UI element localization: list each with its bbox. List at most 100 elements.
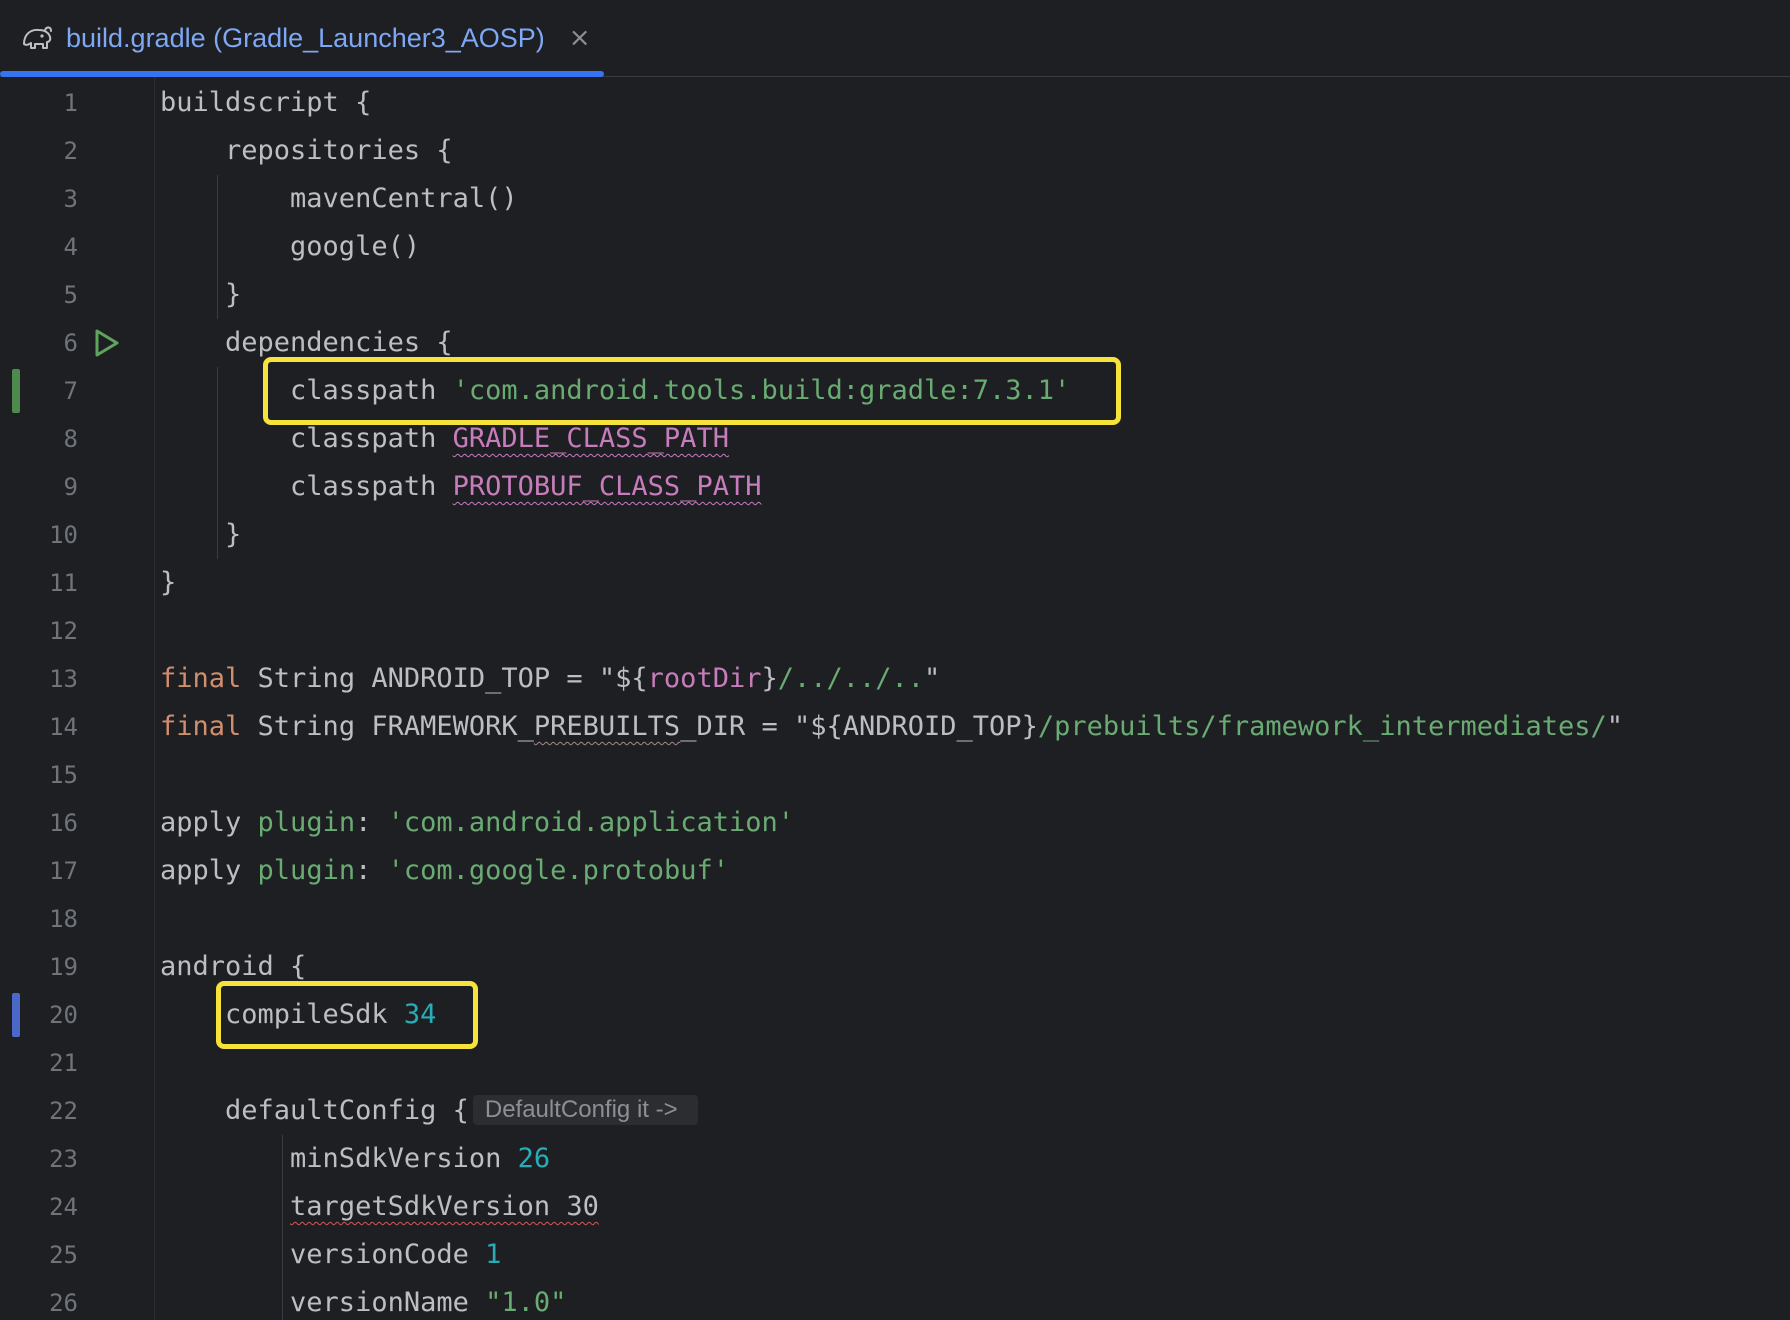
code-editor[interactable]: 1 buildscript {2 repositories {3 mavenCen… [0, 77, 1790, 1320]
line-number: 14 [49, 713, 78, 741]
code-token: : [355, 855, 388, 886]
close-icon[interactable]: × [569, 25, 591, 51]
highlight-box-compile-sdk [216, 981, 478, 1049]
code-token: String ANDROID_TOP = "${ [241, 663, 648, 694]
code-line[interactable]: 17 apply plugin: 'com.google.protobuf' [0, 847, 1790, 895]
code-token: mavenCentral() [160, 183, 518, 214]
code-text: versionName "1.0" [160, 1279, 566, 1320]
code-line[interactable]: 16 apply plugin: 'com.android.application… [0, 799, 1790, 847]
code-line[interactable]: 14 final String FRAMEWORK_PREBUILTS_DIR =… [0, 703, 1790, 751]
code-line[interactable]: 4 google() [0, 223, 1790, 271]
code-text: repositories { [160, 127, 453, 175]
code-line[interactable]: 26 versionName "1.0" [0, 1279, 1790, 1320]
code-line[interactable]: 10 } [0, 511, 1790, 559]
line-number: 21 [49, 1049, 78, 1077]
line-number: 15 [49, 761, 78, 789]
line-number: 22 [49, 1097, 78, 1125]
line-number: 6 [63, 329, 78, 357]
line-number: 26 [49, 1289, 78, 1317]
code-text: } [160, 559, 176, 607]
code-token: final [160, 663, 242, 694]
code-text: targetSdkVersion 30 [160, 1183, 599, 1231]
tab-build-gradle[interactable]: build.gradle (Gradle_Launcher3_AOSP) × [0, 0, 604, 77]
code-line[interactable]: 23 minSdkVersion 26 [0, 1135, 1790, 1183]
code-token: "1.0" [485, 1287, 567, 1318]
code-token: android { [160, 951, 307, 982]
line-number: 11 [49, 569, 78, 597]
code-token: targetSdkVersion 30 [290, 1191, 599, 1222]
code-token: final [160, 711, 242, 742]
code-token: minSdkVersion [160, 1143, 518, 1174]
code-text: apply plugin: 'com.android.application' [160, 799, 794, 847]
code-token: buildscript { [160, 87, 372, 118]
tab-title: build.gradle (Gradle_Launcher3_AOSP) [66, 22, 545, 53]
code-token: " [1606, 711, 1624, 742]
line-number: 23 [49, 1145, 78, 1173]
line-number: 2 [63, 137, 78, 165]
code-token: } [160, 567, 177, 598]
code-token: 1 [485, 1239, 502, 1270]
editor-tab-bar: build.gradle (Gradle_Launcher3_AOSP) × [0, 0, 1790, 77]
code-text: mavenCentral() [160, 175, 518, 223]
line-number: 1 [63, 89, 78, 117]
code-line[interactable]: 11} [0, 559, 1790, 607]
code-line[interactable]: 24 targetSdkVersion 30 [0, 1183, 1790, 1231]
code-line[interactable]: 18 [0, 895, 1790, 943]
code-token: apply [160, 855, 258, 886]
code-token: PREBUILTS [533, 711, 681, 742]
line-number: 25 [49, 1241, 78, 1269]
code-line[interactable]: 2 repositories { [0, 127, 1790, 175]
code-line[interactable]: 1 buildscript { [0, 79, 1790, 127]
code-line[interactable]: 5 } [0, 271, 1790, 319]
line-number: 8 [63, 425, 78, 453]
code-text: buildscript { [160, 79, 371, 127]
code-line[interactable]: 13 final String ANDROID_TOP = "${rootDir}… [0, 655, 1790, 703]
code-token: } [160, 519, 242, 550]
code-token: versionName [160, 1287, 486, 1318]
code-token: rootDir [647, 663, 762, 694]
line-number: 17 [49, 857, 78, 885]
code-token: plugin [257, 807, 356, 838]
code-token: /../../.. [777, 663, 925, 694]
code-line[interactable]: 12 [0, 607, 1790, 655]
code-token: defaultConfig { [160, 1095, 469, 1126]
code-token: 'com.android.application' [387, 807, 794, 838]
code-line[interactable]: 15 [0, 751, 1790, 799]
code-text: minSdkVersion 26 [160, 1135, 550, 1183]
code-token: repositories { [160, 135, 453, 166]
code-token: versionCode [160, 1239, 486, 1270]
code-text: apply plugin: 'com.google.protobuf' [160, 847, 729, 895]
code-token: " [924, 663, 941, 694]
code-text: classpath PROTOBUF_CLASS_PATH [160, 463, 761, 511]
code-token: google() [160, 231, 421, 262]
code-text: } [160, 511, 241, 559]
code-token: 'com.google.protobuf' [387, 855, 729, 886]
code-token: plugin [257, 855, 356, 886]
line-number: 13 [49, 665, 78, 693]
code-token: : [355, 807, 388, 838]
run-gutter-icon[interactable] [90, 319, 122, 367]
ide-window: build.gradle (Gradle_Launcher3_AOSP) × 1… [0, 0, 1790, 1320]
code-line[interactable]: 25 versionCode 1 [0, 1231, 1790, 1279]
code-token: String FRAMEWORK_ [241, 711, 534, 742]
code-text: defaultConfig {DefaultConfig it -> [160, 1087, 698, 1135]
line-number: 4 [63, 233, 78, 261]
code-line[interactable]: 3 mavenCentral() [0, 175, 1790, 223]
code-token: } [761, 663, 778, 694]
code-token: classpath [160, 471, 453, 502]
code-text: google() [160, 223, 420, 271]
code-token: classpath [160, 423, 453, 454]
code-token: _DIR = "${ANDROID_TOP} [680, 711, 1038, 742]
modified-line-marker[interactable] [12, 993, 20, 1037]
code-token: apply [160, 807, 258, 838]
code-line[interactable]: 9 classpath PROTOBUF_CLASS_PATH [0, 463, 1790, 511]
line-number: 3 [63, 185, 78, 213]
code-line[interactable]: 22 defaultConfig {DefaultConfig it -> [0, 1087, 1790, 1135]
line-number: 12 [49, 617, 78, 645]
line-number: 9 [63, 473, 78, 501]
added-line-marker[interactable] [12, 369, 20, 413]
gradle-elephant-icon [20, 21, 54, 55]
code-token: GRADLE_CLASS_PATH [452, 423, 729, 454]
line-number: 18 [49, 905, 78, 933]
